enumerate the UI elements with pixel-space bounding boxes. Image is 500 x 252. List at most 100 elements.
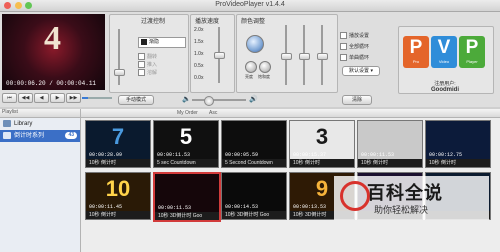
media-thumbnail[interactable]: 7 00:00:28.09 10秒 倒计时	[85, 120, 151, 168]
brightness-slider-knob[interactable]	[281, 53, 292, 60]
volume-speaker-icon: 🔈	[182, 96, 191, 103]
back-button[interactable]: ◀	[34, 93, 49, 103]
thumbnail-number: 10	[105, 176, 131, 201]
thumbnail-caption: 10秒 3D倒计时 Goo	[222, 211, 286, 219]
control-area: 4 00:00:06.20 / 00:00:04.11 ⏮ ◀◀ ◀ ▶ ▶▶ 过渡控制…	[0, 12, 500, 107]
brightness-dial[interactable]	[245, 61, 257, 73]
thumbnail-timecode: 00:00:28.09	[89, 152, 123, 158]
progress-fill	[82, 97, 88, 99]
thumbnail-caption: 10秒 倒计时	[426, 159, 490, 167]
sidebar-item-count-badge: 43	[65, 132, 77, 139]
rewind-button[interactable]: ◀◀	[18, 93, 33, 103]
sidebar-item-label: 倒计时系列	[14, 133, 45, 139]
color-panel: 颜色调整 亮度 饱和度	[236, 14, 338, 93]
thumbnail-number: 5	[179, 124, 193, 149]
speed-tick-label: 2.0x	[194, 27, 204, 33]
thumbnail-caption: 10秒 倒计时	[86, 211, 150, 219]
thumbnail-caption: 10秒 倒计时	[290, 159, 354, 167]
option-loop-single[interactable]: 单曲循环	[340, 54, 369, 62]
pvp-logo-v: V Video	[431, 36, 457, 68]
play-button[interactable]: ▶	[50, 93, 65, 103]
speed-slider-knob[interactable]	[214, 52, 225, 59]
sidebar-item-countdown[interactable]: 倒计时系列 43	[0, 130, 80, 142]
transition-swatch-icon	[141, 38, 147, 45]
thumbnail-number: 7	[111, 124, 125, 149]
media-thumbnail[interactable]: 10 00:00:11.45 10秒 倒计时	[85, 172, 151, 220]
chevron-down-icon: ▾	[370, 68, 373, 74]
thumbnail-timecode: 00:00:14.53	[225, 204, 259, 210]
option-loop-all[interactable]: 全部循环	[340, 43, 369, 51]
pvp-logo-p2: P Player	[459, 36, 485, 68]
volume-knob[interactable]	[204, 96, 214, 106]
thumbnail-timecode: 00:00:11.53	[361, 152, 395, 158]
playback-progress[interactable]	[82, 97, 112, 99]
media-thumbnail[interactable]: 00:00:14.53 10秒 3D倒计时 Goo	[221, 172, 287, 220]
pvp-logo-p1: P Pro	[403, 36, 429, 68]
transition-slider[interactable]	[118, 29, 120, 85]
speed-tick-label: 0.0x	[194, 75, 204, 81]
media-thumbnail[interactable]: 00:00:11.53 10秒 倒计时	[357, 120, 423, 168]
checkbox-icon	[340, 54, 347, 62]
thumbnail-timecode: 00:00:13.53	[293, 204, 327, 210]
saturation-slider-knob[interactable]	[299, 53, 310, 60]
thumbnail-caption: 10秒 倒计时	[358, 159, 422, 167]
transition-option-2[interactable]: 推入	[138, 61, 157, 69]
contrast-slider-knob[interactable]	[317, 53, 328, 60]
option-playback-settings[interactable]: 播放设置	[340, 32, 369, 40]
sidebar-item-label: Library	[14, 121, 33, 127]
preset-dropdown[interactable]: 默认设置 ▾	[342, 66, 380, 76]
media-thumbnail[interactable]: 5 00:00:11.53 5 sec Countdown	[153, 120, 219, 168]
watermark-subtitle: 助你轻松解决	[374, 205, 429, 215]
volume-max-icon: 🔊	[249, 96, 258, 103]
title-bar: ProVideoPlayer v1.4.4	[0, 0, 500, 12]
speed-tick-label: 0.5x	[194, 63, 204, 69]
sidebar-header: Playlist	[0, 109, 80, 118]
thumbnail-timecode: 00:00:12.75	[429, 152, 463, 158]
transition-slider-knob[interactable]	[114, 69, 125, 76]
thumbnail-timecode: 00:00:11.53	[158, 205, 192, 211]
pvp-logo: P Pro V Video P Player	[403, 36, 487, 76]
manual-mode-button[interactable]: 手动模式	[118, 95, 154, 105]
media-thumbnail[interactable]: 00:00:11.53 10秒 3D倒计时 Goo	[153, 172, 221, 222]
thumbnail-number: 3	[315, 124, 329, 149]
thumbnail-timecode: 00:00:11.53	[157, 152, 191, 158]
transition-option-3[interactable]: 溶解	[138, 69, 157, 77]
library-icon	[3, 120, 11, 127]
checkbox-icon	[138, 53, 145, 61]
checkbox-icon	[138, 61, 145, 69]
clear-button[interactable]: 清除	[342, 95, 372, 105]
watermark-title: 百科全说	[367, 183, 443, 203]
speed-tick-label: 1.0x	[194, 51, 204, 57]
transition-option-selected: 渐隐	[149, 39, 160, 45]
saturation-label: 饱和度	[258, 74, 270, 79]
transition-selector[interactable]: 渐隐	[138, 37, 186, 48]
sort-order-label[interactable]: My Order	[177, 110, 198, 116]
preset-dropdown-value: 默认设置	[349, 68, 370, 74]
transition-option-1[interactable]: 翻转	[138, 53, 157, 61]
fast-forward-button[interactable]: ▶▶	[66, 93, 81, 103]
playlist-icon	[3, 132, 11, 139]
grid-header: My Order Asc	[81, 109, 500, 118]
sidebar: Playlist Library 倒计时系列 43	[0, 109, 81, 252]
thumbnail-timecode: 00:00:05.59	[225, 152, 259, 158]
preview-number: 4	[44, 20, 61, 57]
thumbnail-caption: 5 Second Countdown	[222, 159, 286, 167]
color-wheel-dial[interactable]	[246, 35, 264, 53]
watermark-logo-icon	[340, 181, 370, 211]
window-title: ProVideoPlayer v1.4.4	[215, 1, 285, 8]
media-thumbnail[interactable]: 00:00:12.75 10秒 倒计时	[425, 120, 491, 168]
skip-back-button[interactable]: ⏮	[2, 93, 17, 103]
thumbnail-caption: 10秒 倒计时	[86, 159, 150, 167]
volume-slider[interactable]	[192, 99, 246, 101]
media-thumbnail[interactable]: 00:00:05.59 5 Second Countdown	[221, 120, 287, 168]
saturation-dial[interactable]	[259, 61, 271, 73]
thumbnail-caption: 5 sec Countdown	[154, 159, 218, 167]
sort-direction-label[interactable]: Asc	[209, 110, 217, 116]
video-preview[interactable]: 4 00:00:06.20 / 00:00:04.11	[2, 14, 105, 90]
watermark-overlay: 百科全说 助你轻松解决	[334, 176, 489, 220]
sidebar-item-library[interactable]: Library	[0, 118, 80, 130]
media-thumbnail[interactable]: 3 00:00:15.37 10秒 倒计时	[289, 120, 355, 168]
brightness-label: 亮度	[245, 74, 253, 79]
transition-panel: 过渡控制 渐隐 翻转 推入 溶解	[109, 14, 189, 93]
registration-info: 注册用户: Goodmidi	[403, 80, 487, 93]
